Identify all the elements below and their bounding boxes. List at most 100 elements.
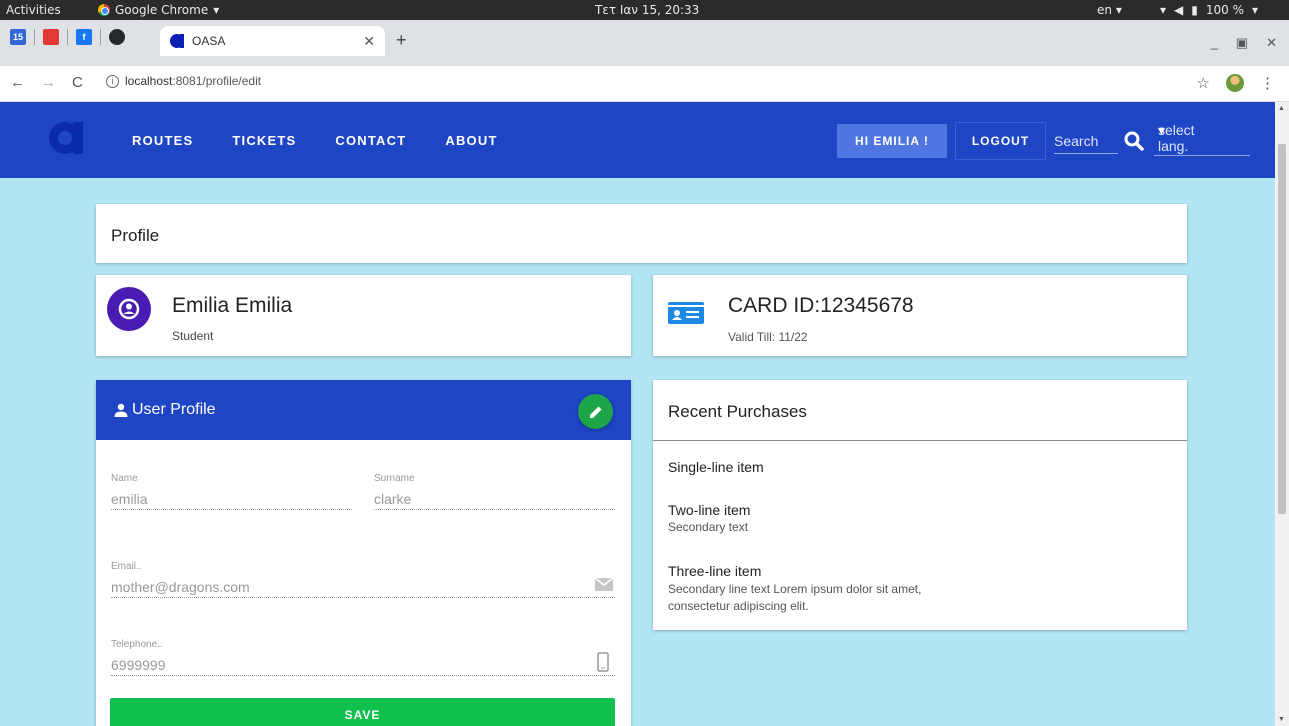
back-icon[interactable]: ← — [10, 74, 25, 91]
close-tab-icon[interactable]: ✕ — [363, 33, 375, 50]
app-name: Google Chrome — [115, 3, 209, 17]
user-name: Emilia Emilia — [172, 294, 293, 317]
purchases-title: Recent Purchases — [668, 402, 807, 421]
menu-dots-icon[interactable]: ⋮ — [1260, 74, 1275, 92]
tab-divider — [100, 29, 101, 45]
address-bar: ← → C i localhost:8081/profile/edit ☆ ⋮ — [0, 66, 1289, 102]
language-select[interactable]: select lang. ▾ — [1154, 118, 1250, 156]
navigation-buttons: ← → C — [10, 74, 83, 91]
reload-icon[interactable]: C — [72, 74, 83, 91]
list-item[interactable]: Single-line item — [668, 459, 764, 475]
oasa-favicon-icon — [170, 34, 184, 48]
keyboard-language[interactable]: en ▾ — [1097, 3, 1122, 17]
tab-divider — [67, 29, 68, 45]
chevron-down-icon: ▾ — [1252, 3, 1259, 17]
url-host: localhost — [125, 74, 173, 88]
search-input[interactable] — [1054, 128, 1118, 154]
new-tab-button[interactable]: + — [396, 30, 407, 51]
forward-icon[interactable]: → — [41, 74, 56, 91]
restore-icon[interactable]: ▣ — [1236, 35, 1248, 51]
activities-button[interactable]: Activities — [6, 3, 61, 17]
nav-tickets[interactable]: TICKETS — [232, 133, 296, 148]
calendar-icon[interactable]: 15 — [10, 29, 26, 45]
list-item-secondary: Secondary line text Lorem ipsum dolor si… — [668, 582, 922, 613]
form-title-text: User Profile — [132, 401, 216, 418]
scrollbar-thumb[interactable] — [1278, 144, 1286, 514]
os-top-bar: Activities Google Chrome ▾ Τετ Ιαν 15, 2… — [0, 0, 1289, 20]
pinned-tabs: 15 f — [10, 29, 125, 45]
card-valid-till: Valid Till: 11/22 — [728, 330, 808, 344]
save-button[interactable]: SAVE — [110, 698, 615, 726]
telephone-input[interactable] — [111, 654, 615, 676]
oasa-logo-icon[interactable] — [49, 120, 85, 156]
github-icon[interactable] — [109, 29, 125, 45]
minimize-icon[interactable]: _ — [1211, 35, 1218, 51]
mobile-phone-icon — [597, 652, 609, 672]
red-app-icon[interactable] — [43, 29, 59, 45]
scroll-down-icon[interactable]: ▼ — [1278, 716, 1285, 723]
profile-header-card: Profile — [96, 204, 1187, 263]
tab-oasa[interactable]: OASA ✕ — [160, 26, 385, 56]
system-tray[interactable]: ▾ ◀︎ ▮ 100 % ▾ — [1160, 3, 1258, 17]
name-label: Name — [111, 473, 138, 484]
page-scrollbar[interactable]: ▲ ▼ — [1275, 102, 1289, 726]
nav-routes[interactable]: ROUTES — [132, 133, 193, 148]
card-id: CARD ID:12345678 — [728, 294, 914, 317]
user-profile-form: User Profile Name Surname Email.. Teleph… — [96, 380, 631, 726]
nav-about[interactable]: ABOUT — [445, 133, 497, 148]
site-info-icon[interactable]: i — [106, 74, 119, 88]
greeting-button[interactable]: HI EMILIA ! — [837, 124, 947, 158]
chevron-down-icon: ▾ — [213, 3, 220, 17]
chrome-icon — [98, 4, 110, 16]
search-icon[interactable] — [1124, 131, 1144, 151]
browser-tab-strip: 15 f OASA ✕ + _ ▣ ✕ — [0, 20, 1289, 66]
facebook-icon[interactable]: f — [76, 29, 92, 45]
clock[interactable]: Τετ Ιαν 15, 20:33 — [595, 3, 699, 17]
form-title: User Profile — [114, 401, 216, 419]
profile-avatar-icon[interactable] — [1226, 74, 1244, 92]
user-glyph — [118, 298, 140, 320]
account-circle-icon — [107, 287, 151, 331]
bookmark-star-icon[interactable]: ☆ — [1197, 74, 1210, 92]
user-role: Student — [172, 329, 214, 343]
purchases-divider — [653, 440, 1187, 441]
caret-down-icon: ▾ — [1158, 122, 1166, 138]
logo-bar — [73, 122, 83, 154]
battery-level: 100 % — [1205, 3, 1244, 17]
form-header: User Profile — [96, 380, 631, 440]
edit-button[interactable] — [578, 394, 613, 429]
id-card-icon — [668, 302, 704, 324]
surname-label: Surname — [374, 473, 415, 484]
url-field[interactable]: i localhost:8081/profile/edit — [106, 74, 261, 88]
name-input[interactable] — [111, 488, 352, 510]
pencil-icon — [589, 406, 601, 418]
card-id-card: CARD ID:12345678 Valid Till: 11/22 — [653, 275, 1187, 356]
email-input[interactable] — [111, 576, 615, 598]
list-item[interactable]: Two-line item — [668, 502, 750, 518]
surname-input[interactable] — [374, 488, 615, 510]
page-title: Profile — [111, 226, 160, 245]
list-item-secondary: Secondary text — [668, 520, 749, 534]
logout-button[interactable]: LOGOUT — [955, 122, 1046, 160]
scroll-up-icon[interactable]: ▲ — [1278, 105, 1285, 112]
nav-links: ROUTES TICKETS CONTACT ABOUT — [132, 133, 537, 148]
app-menu[interactable]: Google Chrome ▾ — [98, 3, 219, 17]
battery-icon: ▮ — [1191, 3, 1198, 17]
toolbar-right: ☆ ⋮ — [1197, 74, 1275, 92]
close-window-icon[interactable]: ✕ — [1266, 35, 1277, 51]
url-text: localhost:8081/profile/edit — [125, 74, 261, 88]
user-summary-card: Emilia Emilia Student — [96, 275, 631, 356]
recent-purchases-card: Recent Purchases Single-line item Two-li… — [653, 380, 1187, 630]
tab-title: OASA — [192, 34, 226, 48]
window-controls: _ ▣ ✕ — [1211, 35, 1277, 51]
wifi-icon: ▾ — [1160, 3, 1167, 17]
tab-divider — [34, 29, 35, 45]
list-item[interactable]: Three-line item — [668, 563, 761, 579]
person-icon — [114, 403, 128, 417]
telephone-label: Telephone.. — [111, 639, 163, 650]
language-label: en — [1097, 3, 1112, 17]
volume-icon: ◀︎ — [1174, 3, 1184, 17]
envelope-icon — [595, 578, 613, 591]
email-label: Email.. — [111, 561, 142, 572]
nav-contact[interactable]: CONTACT — [335, 133, 406, 148]
